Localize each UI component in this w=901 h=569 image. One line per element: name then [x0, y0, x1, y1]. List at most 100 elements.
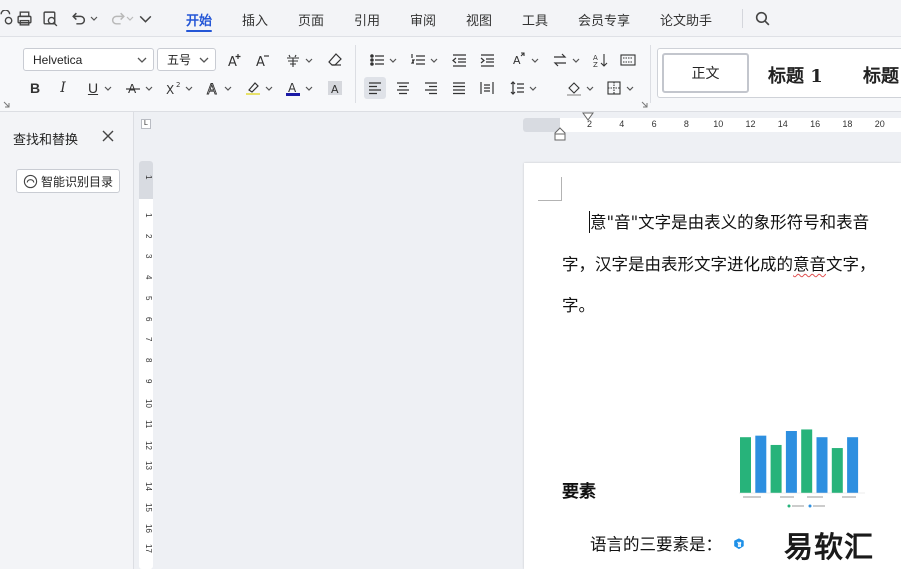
- tab-references[interactable]: 引用: [354, 10, 380, 29]
- embedded-chart-image[interactable]: [737, 422, 869, 512]
- underline-icon[interactable]: U: [82, 77, 104, 99]
- font-size-value: 五号: [167, 53, 192, 67]
- borders-dropdown-icon[interactable]: [626, 85, 634, 93]
- first-line-indent-marker[interactable]: [582, 112, 594, 122]
- ruler-tick-label: 16: [144, 523, 153, 533]
- more-icon[interactable]: [135, 8, 155, 28]
- underline-dropdown-icon[interactable]: [104, 85, 112, 93]
- undo-icon[interactable]: [68, 8, 88, 28]
- swap-dropdown-icon[interactable]: [572, 57, 580, 65]
- watermark-logo-icon: [734, 538, 744, 550]
- document-page[interactable]: 意"音"文字是由表义的象形符号和表音 字，汉字是由表形文字进化成的意音文字， 字…: [524, 163, 901, 569]
- tab-review[interactable]: 审阅: [410, 10, 436, 29]
- smart-toc-button[interactable]: 智能识别目录: [16, 169, 120, 193]
- style-normal[interactable]: 正文: [662, 53, 749, 93]
- highlight-icon[interactable]: [242, 77, 264, 99]
- print-icon[interactable]: [14, 8, 34, 28]
- character-shading-icon[interactable]: A: [324, 77, 346, 99]
- strikethrough-icon[interactable]: A: [122, 77, 144, 99]
- bullet-list-icon[interactable]: [366, 49, 388, 71]
- paragraph-launcher-icon[interactable]: [641, 101, 648, 108]
- grow-font-icon[interactable]: A: [224, 49, 246, 71]
- line-spacing-dropdown-icon[interactable]: [529, 85, 537, 93]
- shading-dropdown-icon[interactable]: [586, 85, 594, 93]
- ruler-tick-label: 3: [144, 254, 153, 259]
- section-heading[interactable]: 要素: [562, 477, 596, 502]
- ruler-tick-label: 9: [144, 378, 153, 384]
- chart-image-bar: [770, 444, 782, 493]
- tab-thesis-assistant[interactable]: 论文助手: [660, 10, 712, 29]
- align-right-icon[interactable]: [420, 77, 442, 99]
- horizontal-ruler[interactable]: 2 4 6 8 10 12 14 16 18 20: [523, 118, 901, 132]
- superscript-dropdown-icon[interactable]: [185, 85, 193, 93]
- search-icon[interactable]: [752, 8, 772, 28]
- text-effect-icon[interactable]: A: [202, 77, 224, 99]
- phonetic-dropdown-icon[interactable]: [305, 57, 313, 65]
- align-center-icon[interactable]: [392, 77, 414, 99]
- ruler-tick-label: 20: [874, 119, 885, 129]
- paragraph-line[interactable]: 字，汉字是由表形文字进化成的意音文字，: [562, 251, 876, 275]
- align-left-icon[interactable]: [364, 77, 386, 99]
- strikethrough-dropdown-icon[interactable]: [145, 85, 153, 93]
- redo-icon[interactable]: [108, 8, 128, 28]
- paragraph-line[interactable]: 字。: [562, 292, 595, 316]
- ruler-tick-label: 5: [144, 295, 153, 301]
- group-launcher-icon[interactable]: [3, 101, 10, 108]
- ruler-tick-label: 6: [144, 316, 153, 321]
- ruler-tick-label: 18: [842, 119, 853, 129]
- menu-bar: 开始 插入 页面 引用 审阅 视图 工具 会员专享 论文助手: [0, 0, 901, 37]
- style-heading-2[interactable]: 标题: [863, 62, 899, 88]
- tab-page[interactable]: 页面: [298, 10, 324, 29]
- spelling-error-word[interactable]: 意音: [793, 255, 826, 274]
- bullet-list-dropdown-icon[interactable]: [389, 57, 397, 65]
- ruler-tick-label: 6: [651, 119, 657, 129]
- borders-icon[interactable]: [603, 77, 625, 99]
- phonetic-guide-icon[interactable]: [282, 49, 304, 71]
- ruler-tick-label: 14: [777, 119, 788, 129]
- tab-home[interactable]: 开始: [186, 10, 212, 29]
- shrink-font-icon[interactable]: A: [252, 49, 274, 71]
- ruler-tick-label: 13: [144, 461, 153, 471]
- sort-icon[interactable]: AZ: [589, 49, 611, 71]
- redo-dropdown-icon[interactable]: [126, 15, 134, 23]
- ruler-tick-label: 11: [144, 420, 153, 429]
- line-spacing-icon[interactable]: [506, 77, 528, 99]
- ruler-tick-label: 7: [144, 337, 153, 342]
- left-indent-marker[interactable]: [554, 127, 566, 141]
- italic-icon[interactable]: I: [52, 77, 74, 99]
- text-direction-icon[interactable]: A: [508, 49, 530, 71]
- ruler-tick-label: 12: [144, 440, 153, 450]
- text-effect-dropdown-icon[interactable]: [224, 85, 232, 93]
- font-color-icon[interactable]: A: [282, 77, 304, 99]
- tab-insert[interactable]: 插入: [242, 10, 268, 29]
- print-preview-icon[interactable]: [40, 8, 60, 28]
- bold-icon[interactable]: B: [24, 77, 46, 99]
- style-heading-1[interactable]: 标题 1: [768, 62, 823, 88]
- tab-member[interactable]: 会员专享: [578, 10, 630, 29]
- text-direction-dropdown-icon[interactable]: [531, 57, 539, 65]
- highlight-dropdown-icon[interactable]: [265, 85, 273, 93]
- line-spacing-swap-icon[interactable]: [549, 49, 571, 71]
- tab-view[interactable]: 视图: [466, 10, 492, 29]
- tab-stop-selector[interactable]: L: [141, 119, 151, 129]
- justify-icon[interactable]: [448, 77, 470, 99]
- font-name-select[interactable]: Helvetica: [23, 48, 154, 71]
- distribute-icon[interactable]: [476, 77, 498, 99]
- decrease-indent-icon[interactable]: [448, 49, 470, 71]
- close-icon[interactable]: [100, 128, 116, 144]
- superscript-icon[interactable]: X2: [163, 77, 185, 99]
- numbered-list-icon[interactable]: [407, 49, 429, 71]
- paragraph-line[interactable]: 语言的三要素是：: [590, 531, 722, 555]
- font-color-dropdown-icon[interactable]: [305, 85, 313, 93]
- paragraph-line[interactable]: 意"音"文字是由表义的象形符号和表音: [590, 209, 869, 233]
- paragraph-shading-icon[interactable]: [563, 77, 585, 99]
- find-replace-pane: 查找和替换 智能识别目录: [0, 112, 134, 569]
- numbered-list-dropdown-icon[interactable]: [430, 57, 438, 65]
- tab-tools[interactable]: 工具: [522, 10, 548, 29]
- clear-format-icon[interactable]: [324, 49, 346, 71]
- increase-indent-icon[interactable]: [476, 49, 498, 71]
- show-marks-icon[interactable]: [617, 49, 639, 71]
- font-size-select[interactable]: 五号: [157, 48, 216, 71]
- undo-dropdown-icon[interactable]: [90, 15, 98, 23]
- vertical-ruler[interactable]: 1 1 2 3 4 5 6 7 8 9 10 11 12 13 14 15 16 17: [139, 161, 153, 569]
